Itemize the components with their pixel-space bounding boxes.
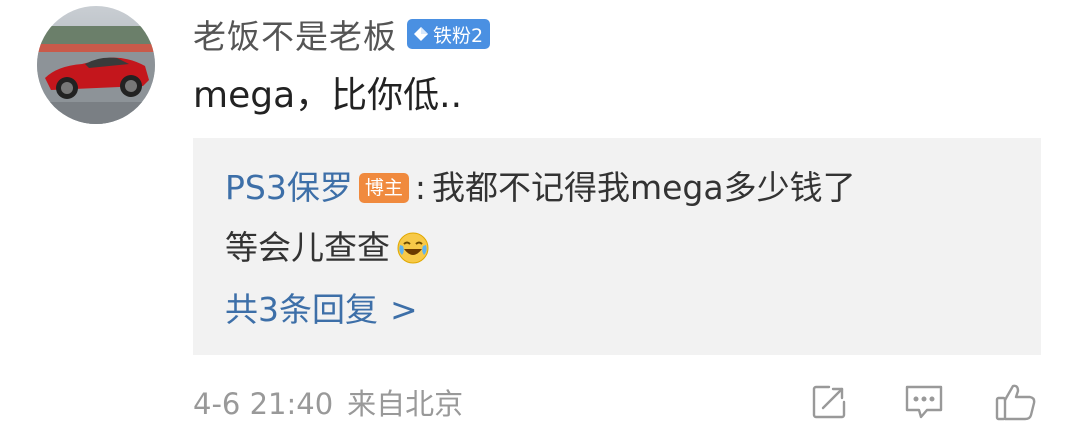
more-replies-label: 共3条回复 bbox=[225, 290, 378, 329]
like-button[interactable] bbox=[990, 378, 1042, 430]
comment-header: 老饭不是老板 铁粉2 bbox=[193, 10, 491, 58]
comment-time: 4-6 21:40 bbox=[193, 387, 334, 421]
reply-line-2: 等会儿查查 bbox=[225, 224, 430, 272]
blogger-badge: 博主 bbox=[358, 173, 409, 203]
fan-badge-label: 铁粉2 bbox=[433, 24, 484, 47]
reply-text-line-1: 我都不记得我mega多少钱了 bbox=[431, 168, 856, 207]
comment-meta: 4-6 21:40 来自北京 bbox=[193, 380, 463, 428]
reply-line-1: PS3保罗 博主 : 我都不记得我mega多少钱了 bbox=[225, 164, 856, 212]
fan-badge[interactable]: 铁粉2 bbox=[407, 19, 491, 49]
comment-button[interactable] bbox=[898, 378, 950, 430]
chevron-right-icon: > bbox=[390, 290, 418, 329]
reply-box[interactable]: PS3保罗 博主 : 我都不记得我mega多少钱了 等会儿查查 共3条回复 > bbox=[193, 138, 1041, 355]
repost-icon bbox=[809, 382, 849, 426]
comment-icon bbox=[903, 382, 945, 426]
diamond-icon bbox=[413, 26, 429, 42]
reply-colon: : bbox=[414, 168, 426, 207]
more-replies-link[interactable]: 共3条回复 > bbox=[225, 286, 418, 334]
comment-text: mega，比你低.. bbox=[193, 75, 463, 116]
thumbs-up-icon bbox=[994, 381, 1038, 427]
laughing-tears-emoji-icon bbox=[396, 231, 430, 265]
reply-text-line-2: 等会儿查查 bbox=[225, 228, 390, 267]
reply-username[interactable]: PS3保罗 bbox=[225, 164, 353, 212]
comment-location: 来自北京 bbox=[347, 387, 464, 421]
avatar[interactable] bbox=[37, 6, 155, 124]
repost-button[interactable] bbox=[803, 378, 855, 430]
comment-username[interactable]: 老饭不是老板 bbox=[193, 10, 397, 58]
